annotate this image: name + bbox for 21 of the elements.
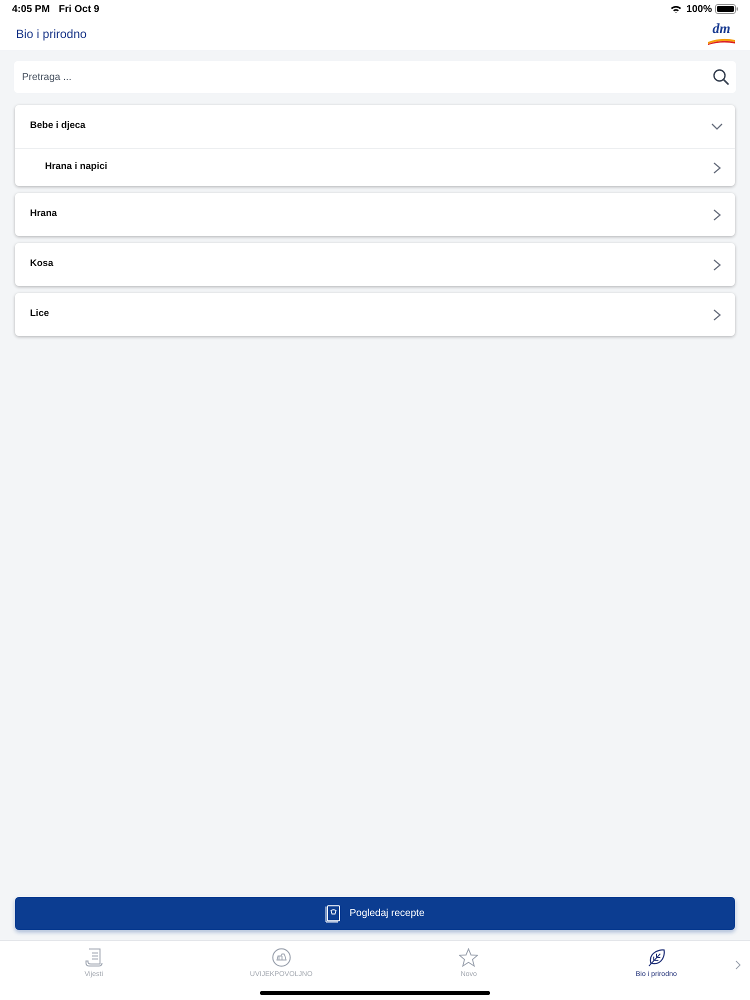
recipes-button[interactable]: Pogledaj recepte	[15, 897, 735, 930]
search-field[interactable]: Pretraga ...	[14, 61, 736, 93]
category-row[interactable]: Hrana	[15, 193, 735, 236]
category-row[interactable]: Bebe i djeca	[15, 105, 735, 148]
document-icon	[84, 948, 103, 967]
page-title: Bio i prirodno	[16, 26, 87, 43]
battery-percentage: 100%	[686, 2, 712, 16]
book-icon	[325, 904, 342, 922]
star-icon	[459, 948, 478, 967]
search-icon[interactable]	[713, 69, 729, 85]
category-row[interactable]: Kosa	[15, 243, 735, 286]
status-time: 4:05 PM	[12, 2, 50, 16]
category-row[interactable]: Lice	[15, 293, 735, 336]
leaf-icon	[648, 948, 665, 966]
status-date: Fri Oct 9	[58, 2, 100, 16]
round-emblem-icon	[272, 948, 291, 967]
battery-icon	[715, 4, 738, 14]
wifi-icon	[670, 4, 682, 14]
chevron-right-icon	[713, 162, 721, 174]
brand-logo: dm	[707, 23, 736, 45]
subcategory-row[interactable]: Hrana i napici	[15, 148, 735, 186]
